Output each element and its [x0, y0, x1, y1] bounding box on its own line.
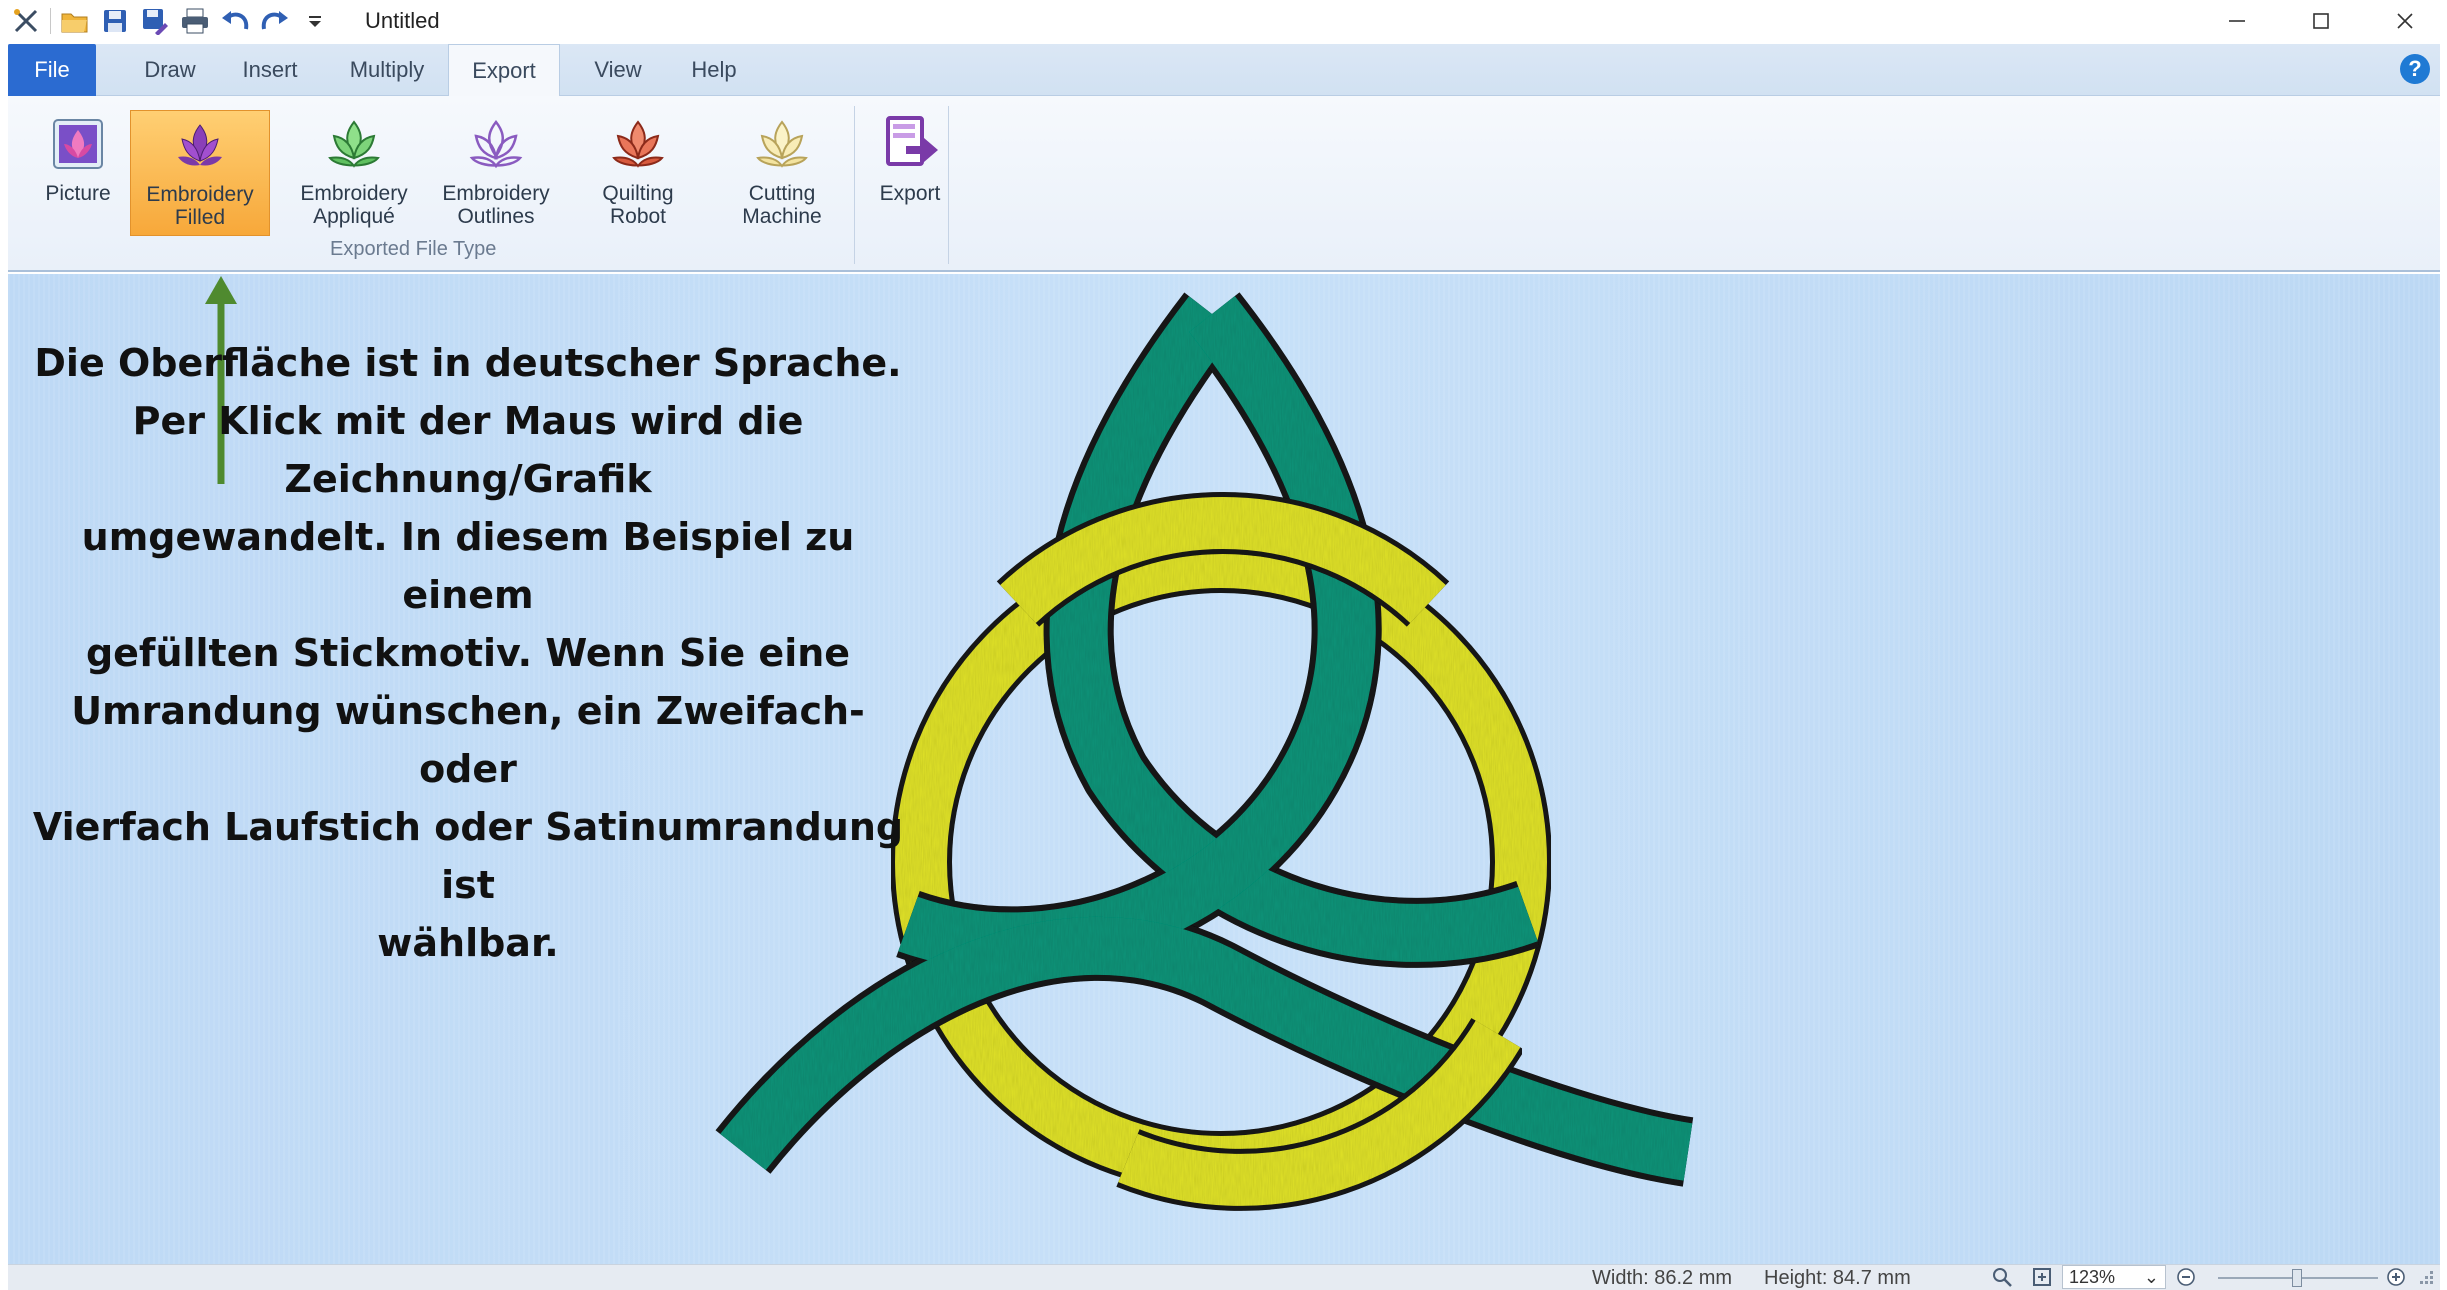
- cutting-machine-label: Cutting Machine: [742, 182, 821, 228]
- tab-file[interactable]: File: [8, 44, 96, 96]
- resize-grip-icon[interactable]: [2414, 1265, 2438, 1289]
- export-icon: [878, 112, 942, 176]
- exported-file-type-group-label: Exported File Type: [330, 238, 497, 260]
- cutting-machine-label-line1: Cutting: [748, 182, 816, 205]
- embroidery-filled-icon: [168, 113, 232, 177]
- zoom-in-icon[interactable]: [2384, 1265, 2408, 1289]
- quick-access-toolbar: [0, 0, 335, 42]
- status-width: Width: 86.2 mm: [1592, 1267, 1733, 1289]
- zoom-out-icon[interactable]: [2174, 1265, 2198, 1289]
- annotation-line: Die Oberfläche ist in deutscher Sprache.: [34, 341, 902, 385]
- tab-view[interactable]: View: [568, 44, 668, 96]
- close-icon[interactable]: [2363, 0, 2447, 42]
- customize-dropdown-icon[interactable]: [295, 1, 335, 41]
- quilting-robot-label-line1: Quilting: [602, 182, 674, 205]
- zoom-level-select[interactable]: 123% ⌄: [2062, 1265, 2166, 1289]
- cutting-machine-button[interactable]: Cutting Machine: [712, 110, 852, 236]
- picture-icon: [46, 112, 110, 176]
- embroidery-outlines-label: Embroidery Outlines: [442, 182, 549, 228]
- save-as-icon[interactable]: [135, 1, 175, 41]
- embroidery-outlines-label-line2: Outlines: [457, 205, 535, 228]
- embroidery-filled-label-line1: Embroidery: [146, 183, 254, 206]
- embroidery-applique-button[interactable]: Embroidery Appliqué: [284, 110, 424, 236]
- embroidery-filled-label-line2: Filled: [174, 206, 226, 229]
- annotation-line: Vierfach Laufstich oder Satinumrandung i…: [32, 805, 904, 907]
- title-bar: Untitled: [0, 0, 2447, 42]
- picture-button[interactable]: Picture: [8, 110, 148, 236]
- quilting-robot-label-line2: Robot: [609, 205, 667, 228]
- minimize-icon[interactable]: [2195, 0, 2279, 42]
- save-icon[interactable]: [95, 1, 135, 41]
- fit-to-window-icon[interactable]: [2030, 1265, 2054, 1289]
- status-height: Height: 84.7 mm: [1764, 1267, 1911, 1289]
- tab-multiply[interactable]: Multiply: [326, 44, 448, 96]
- ribbon-group-divider-2: [948, 106, 949, 264]
- maximize-icon[interactable]: [2279, 0, 2363, 42]
- embroidery-outlines-icon: [464, 112, 528, 176]
- embroidery-outlines-button[interactable]: Embroidery Outlines: [426, 110, 566, 236]
- app-window: Untitled File Draw Insert Multiply Expor…: [0, 0, 2447, 1290]
- window-title: Untitled: [365, 8, 440, 33]
- ribbon-panel: Picture Embroidery Filled Embroidery App…: [8, 96, 2440, 272]
- tools-icon[interactable]: [6, 1, 46, 41]
- help-icon[interactable]: ?: [2400, 54, 2430, 84]
- zoom-slider-thumb[interactable]: [2292, 1269, 2302, 1287]
- annotation-line: Umrandung wünschen, ein Zweifach- oder: [71, 689, 865, 791]
- tab-insert[interactable]: Insert: [220, 44, 320, 96]
- tab-export[interactable]: Export: [448, 44, 560, 96]
- zoom-value: 123%: [2069, 1267, 2116, 1287]
- embroidery-outlines-label-line1: Embroidery: [442, 182, 550, 205]
- annotation-line: Zeichnung/Grafik: [284, 457, 652, 501]
- redo-icon[interactable]: [255, 1, 295, 41]
- annotation-line: Per Klick mit der Maus wird die: [132, 399, 804, 443]
- tab-help[interactable]: Help: [668, 44, 760, 96]
- cutting-machine-icon: [750, 112, 814, 176]
- design-canvas[interactable]: Die Oberfläche ist in deutscher Sprache.…: [8, 274, 2440, 1264]
- embroidery-filled-button[interactable]: Embroidery Filled: [130, 110, 270, 236]
- annotation-text: Die Oberfläche ist in deutscher Sprache.…: [18, 334, 918, 972]
- print-icon[interactable]: [175, 1, 215, 41]
- tab-draw[interactable]: Draw: [120, 44, 220, 96]
- export-label: Export: [879, 182, 941, 205]
- ribbon-tab-bar: File Draw Insert Multiply Export View He…: [8, 44, 2440, 96]
- open-folder-icon[interactable]: [55, 1, 95, 41]
- chevron-down-icon: ⌄: [2143, 1267, 2159, 1287]
- embroidery-applique-label-line2: Appliqué: [313, 205, 395, 228]
- window-controls: [2195, 0, 2447, 42]
- quilting-robot-label: Quilting Robot: [602, 182, 673, 228]
- zoom-to-selection-icon[interactable]: [1990, 1265, 2014, 1289]
- annotation-line: umgewandelt. In diesem Beispiel zu einem: [81, 515, 855, 617]
- undo-icon[interactable]: [215, 1, 255, 41]
- quilting-robot-button[interactable]: Quilting Robot: [568, 110, 708, 236]
- embroidery-filled-label: Embroidery Filled: [146, 183, 253, 229]
- embroidery-applique-label-line1: Embroidery: [300, 182, 408, 205]
- export-button[interactable]: Export: [840, 110, 980, 236]
- embroidery-applique-label: Embroidery Appliqué: [300, 182, 407, 228]
- annotation-line: gefüllten Stickmotiv. Wenn Sie eine: [85, 631, 851, 675]
- annotation-line: wählbar.: [377, 921, 559, 965]
- picture-label: Picture: [45, 182, 111, 205]
- quilting-robot-icon: [606, 112, 670, 176]
- cutting-machine-label-line2: Machine: [742, 205, 822, 228]
- embroidery-applique-icon: [322, 112, 386, 176]
